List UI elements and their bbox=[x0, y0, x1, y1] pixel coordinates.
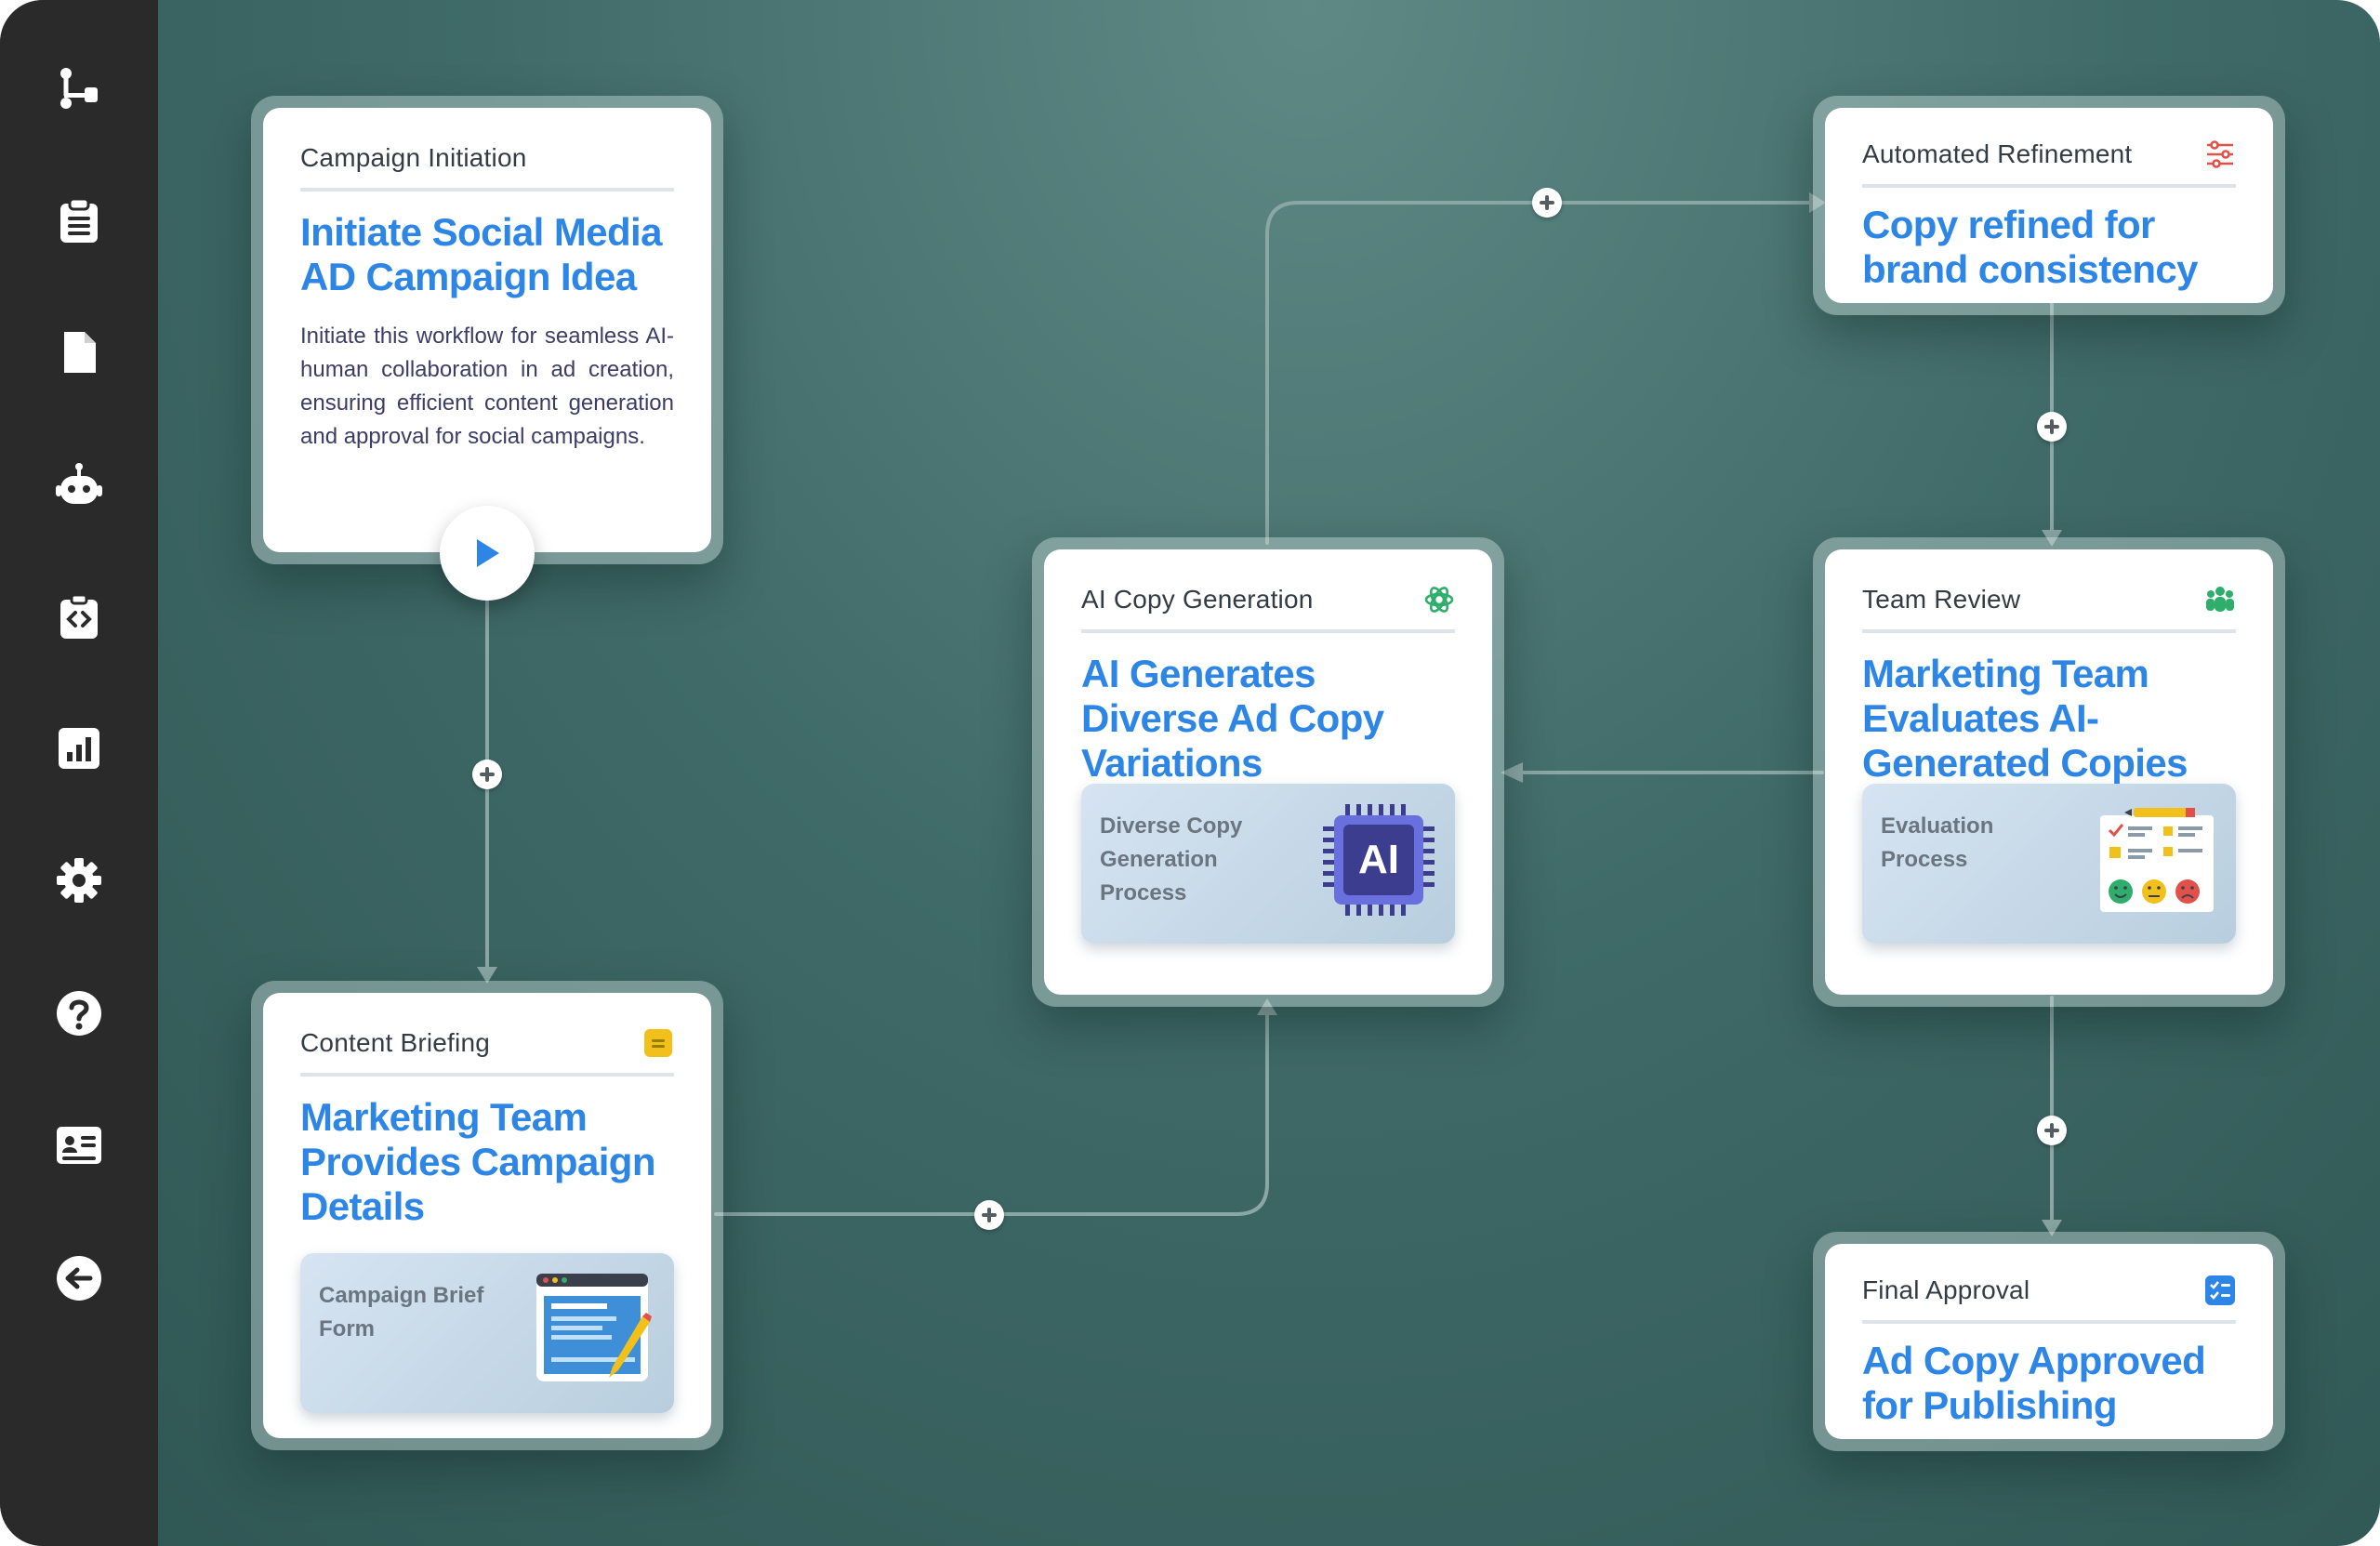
card-body: Final Approval Ad Copy Approved for Publ… bbox=[1825, 1244, 2273, 1439]
panel-label: Diverse Copy Generation Process bbox=[1100, 813, 1243, 905]
card-title: Marketing Team Provides Campaign Details bbox=[300, 1095, 656, 1228]
evaluation-panel: Evaluation Process bbox=[1862, 784, 2236, 944]
panel-label: Evaluation Process bbox=[1881, 813, 1994, 872]
card-body: AI Copy Generation AI Generates Diverse … bbox=[1044, 549, 1492, 995]
card-ai-copy-generation[interactable]: AI Copy Generation AI Generates Diverse … bbox=[1032, 537, 1504, 1007]
card-label: Automated Refinement bbox=[1862, 139, 2133, 168]
card-header: Final Approval bbox=[1862, 1272, 2236, 1324]
panel-label: Campaign Brief Form bbox=[319, 1283, 484, 1341]
card-body: Campaign Initiation Initiate Social Medi… bbox=[263, 108, 711, 552]
card-body: Automated Refinement Copy refined for br… bbox=[1825, 108, 2273, 303]
sliders-icon bbox=[2204, 139, 2236, 170]
card-title: Copy refined for brand consistency bbox=[1862, 203, 2199, 291]
campaign-brief-panel: Campaign Brief Form bbox=[300, 1253, 674, 1413]
card-header: Team Review bbox=[1862, 581, 2236, 633]
play-button[interactable] bbox=[440, 506, 535, 601]
card-body: Content Briefing Marketing Team Provides… bbox=[263, 993, 711, 1438]
card-label: Final Approval bbox=[1862, 1275, 2030, 1304]
card-description: Initiate this workflow for seamless AI-h… bbox=[300, 324, 674, 449]
add-step-button[interactable] bbox=[1532, 188, 1562, 218]
card-body: Team Review Marketing Team Evaluates AI-… bbox=[1825, 549, 2273, 995]
team-icon bbox=[2204, 584, 2236, 615]
openai-icon bbox=[1423, 584, 1455, 615]
play-icon bbox=[477, 539, 499, 567]
card-title: AI Generates Diverse Ad Copy Variations bbox=[1081, 652, 1384, 785]
card-header: Automated Refinement bbox=[1862, 136, 2236, 188]
workflow-canvas: Campaign Initiation Initiate Social Medi… bbox=[0, 0, 2380, 1546]
card-label: Team Review bbox=[1862, 585, 2021, 614]
add-step-button[interactable] bbox=[2037, 1116, 2067, 1145]
card-label: Campaign Initiation bbox=[300, 143, 527, 172]
note-icon bbox=[642, 1027, 674, 1059]
card-label: Content Briefing bbox=[300, 1028, 490, 1057]
card-final-approval[interactable]: Final Approval Ad Copy Approved for Publ… bbox=[1813, 1232, 2285, 1451]
checklist-icon bbox=[2204, 1275, 2236, 1306]
card-header: Campaign Initiation bbox=[300, 139, 674, 192]
add-step-button[interactable] bbox=[472, 760, 502, 789]
card-header: Content Briefing bbox=[300, 1024, 674, 1077]
ai-chip-text: AI bbox=[1358, 837, 1399, 882]
card-title: Marketing Team Evaluates AI-Generated Co… bbox=[1862, 652, 2188, 785]
add-step-button[interactable] bbox=[974, 1200, 1004, 1230]
card-team-review[interactable]: Team Review Marketing Team Evaluates AI-… bbox=[1813, 537, 2285, 1007]
card-title: Initiate Social Media AD Campaign Idea bbox=[300, 210, 662, 298]
brief-form-illustration bbox=[533, 1268, 654, 1392]
card-header: AI Copy Generation bbox=[1081, 581, 1455, 633]
card-automated-refinement[interactable]: Automated Refinement Copy refined for br… bbox=[1813, 96, 2285, 315]
add-step-button[interactable] bbox=[2037, 412, 2067, 442]
card-label: AI Copy Generation bbox=[1081, 585, 1314, 614]
evaluation-illustration bbox=[2096, 806, 2217, 920]
card-campaign-initiation[interactable]: Campaign Initiation Initiate Social Medi… bbox=[251, 96, 723, 564]
ai-chip-illustration: AI bbox=[1321, 802, 1436, 922]
copy-generation-panel: Diverse Copy Generation Process AI bbox=[1081, 784, 1455, 944]
card-content-briefing[interactable]: Content Briefing Marketing Team Provides… bbox=[251, 981, 723, 1450]
card-title: Ad Copy Approved for Publishing bbox=[1862, 1339, 2206, 1427]
